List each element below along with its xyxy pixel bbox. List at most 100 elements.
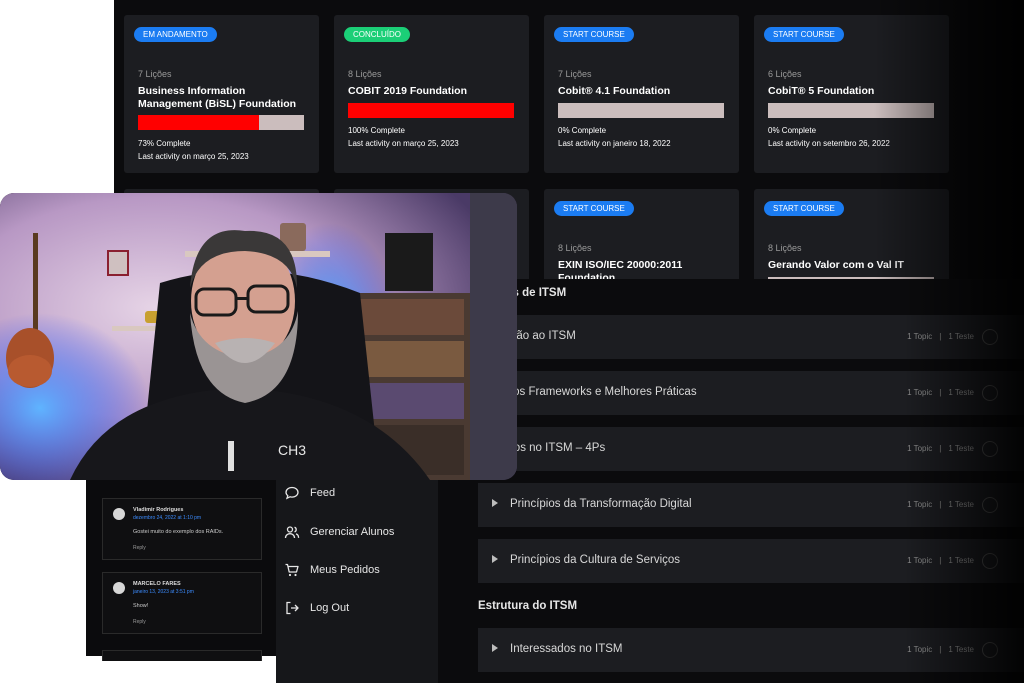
comment-author: Vladimir Rodrigues bbox=[133, 507, 184, 513]
progress-bar bbox=[768, 103, 934, 118]
lesson-meta: 1 Topic | 1 Teste bbox=[907, 332, 974, 341]
test-count: 1 Teste bbox=[948, 500, 974, 509]
lesson-count: 8 Lições bbox=[768, 243, 802, 253]
completion-circle-icon bbox=[982, 385, 998, 401]
course-title[interactable]: Gerando Valor com o Val IT bbox=[768, 259, 938, 272]
reply-link[interactable]: Reply bbox=[133, 545, 146, 551]
topic-count: 1 Topic bbox=[907, 556, 933, 565]
separator: | bbox=[939, 444, 942, 453]
expand-arrow-icon[interactable] bbox=[492, 555, 498, 563]
progress-status: 73% Complete bbox=[138, 139, 191, 148]
course-title[interactable]: Business Information Management (BiSL) F… bbox=[138, 85, 308, 111]
lesson-count: 7 Lições bbox=[138, 69, 172, 79]
course-outline: mentos de ITSM ntrodução ao ITSM 1 Topic… bbox=[438, 279, 1024, 683]
separator: | bbox=[939, 645, 942, 654]
side-menu: Feed Gerenciar Alunos Meus Pedidos Log O… bbox=[276, 478, 438, 683]
comment: Vladimir Rodrigues dezembro 24, 2022 at … bbox=[102, 498, 262, 560]
webcam-video: CH3 bbox=[0, 193, 517, 480]
last-activity: Last activity on março 25, 2023 bbox=[138, 152, 249, 161]
separator: | bbox=[939, 556, 942, 565]
expand-arrow-icon[interactable] bbox=[492, 499, 498, 507]
start-course-badge[interactable]: START COURSE bbox=[764, 201, 844, 216]
separator: | bbox=[939, 500, 942, 509]
start-course-badge[interactable]: START COURSE bbox=[764, 27, 844, 42]
course-card[interactable]: START COURSE 8 Lições EXIN ISO/IEC 20000… bbox=[544, 189, 739, 285]
menu-item-feed[interactable]: Feed bbox=[284, 483, 335, 503]
comment-text: Show! bbox=[133, 603, 149, 609]
lesson-title[interactable]: Interessados no ITSM bbox=[510, 643, 623, 655]
topic-count: 1 Topic bbox=[907, 500, 933, 509]
progress-bar bbox=[348, 103, 514, 118]
lesson-title[interactable]: Princípios da Transformação Digital bbox=[510, 498, 692, 510]
topic-count: 1 Topic bbox=[907, 645, 933, 654]
lesson-row[interactable]: ntrodução ao ITSM 1 Topic | 1 Teste bbox=[478, 315, 1024, 359]
course-title[interactable]: CobiT® 5 Foundation bbox=[768, 85, 938, 98]
start-course-badge[interactable]: START COURSE bbox=[554, 201, 634, 216]
completion-circle-icon bbox=[982, 642, 998, 658]
lesson-row[interactable]: Interessados no ITSM 1 Topic | 1 Teste bbox=[478, 628, 1024, 672]
status-badge: EM ANDAMENTO bbox=[134, 27, 217, 42]
comment bbox=[102, 650, 262, 661]
course-title[interactable]: Cobit® 4.1 Foundation bbox=[558, 85, 728, 98]
menu-label: Feed bbox=[310, 487, 336, 499]
section-title: Estrutura do ITSM bbox=[478, 600, 578, 612]
shirt-print: CH3 bbox=[278, 442, 306, 458]
completion-circle-icon bbox=[982, 553, 998, 569]
progress-fill bbox=[138, 115, 260, 130]
separator: | bbox=[939, 388, 942, 397]
comment-author: MARCELO FARES bbox=[133, 581, 181, 587]
menu-item-my-orders[interactable]: Meus Pedidos bbox=[284, 560, 380, 580]
last-activity: Last activity on março 25, 2023 bbox=[348, 139, 459, 148]
lesson-meta: 1 Topic | 1 Teste bbox=[907, 556, 974, 565]
comment-date[interactable]: dezembro 24, 2022 at 1:10 pm bbox=[133, 515, 201, 521]
test-count: 1 Teste bbox=[948, 388, 974, 397]
separator: | bbox=[939, 332, 942, 341]
lesson-count: 6 Lições bbox=[768, 69, 802, 79]
progress-status: 0% Complete bbox=[768, 126, 817, 135]
progress-bar bbox=[558, 103, 724, 118]
completion-circle-icon bbox=[982, 441, 998, 457]
test-count: 1 Teste bbox=[948, 332, 974, 341]
last-activity: Last activity on janeiro 18, 2022 bbox=[558, 139, 671, 148]
test-count: 1 Teste bbox=[948, 556, 974, 565]
comments-panel: Vladimir Rodrigues dezembro 24, 2022 at … bbox=[86, 478, 276, 661]
course-card[interactable]: EM ANDAMENTO 7 Lições Business Informati… bbox=[124, 15, 319, 173]
test-count: 1 Teste bbox=[948, 645, 974, 654]
status-badge: CONCLUÍDO bbox=[344, 27, 411, 42]
course-card[interactable]: CONCLUÍDO 8 Lições COBIT 2019 Foundation… bbox=[334, 15, 529, 173]
course-card[interactable]: START COURSE 7 Lições Cobit® 4.1 Foundat… bbox=[544, 15, 739, 173]
chat-bubble-icon bbox=[285, 486, 299, 500]
start-course-badge[interactable]: START COURSE bbox=[554, 27, 634, 42]
lesson-row[interactable]: nvolvidos no ITSM – 4Ps 1 Topic | 1 Teste bbox=[478, 427, 1024, 471]
comment-date[interactable]: janeiro 13, 2023 at 3:51 pm bbox=[133, 589, 194, 595]
lesson-count: 8 Lições bbox=[558, 243, 592, 253]
completion-circle-icon bbox=[982, 497, 998, 513]
avatar bbox=[113, 508, 125, 520]
users-icon bbox=[284, 526, 300, 539]
expand-arrow-icon[interactable] bbox=[492, 644, 498, 652]
lesson-title[interactable]: Princípios da Cultura de Serviços bbox=[510, 554, 680, 566]
webcam-image: CH3 bbox=[0, 193, 517, 480]
lesson-meta: 1 Topic | 1 Teste bbox=[907, 444, 974, 453]
course-card[interactable]: START COURSE 8 Lições Gerando Valor com … bbox=[754, 189, 949, 285]
completion-circle-icon bbox=[982, 329, 998, 345]
comment-text: Gostei muito do exemplo dos RAIDs. bbox=[133, 529, 224, 535]
lesson-row[interactable]: Princípios da Transformação Digital 1 To… bbox=[478, 483, 1024, 527]
avatar bbox=[113, 582, 125, 594]
lesson-row[interactable]: eoria dos Frameworks e Melhores Práticas… bbox=[478, 371, 1024, 415]
lesson-row[interactable]: Princípios da Cultura de Serviços 1 Topi… bbox=[478, 539, 1024, 583]
logout-icon bbox=[286, 601, 299, 615]
comment: MARCELO FARES janeiro 13, 2023 at 3:51 p… bbox=[102, 572, 262, 634]
course-card[interactable]: START COURSE 6 Lições CobiT® 5 Foundatio… bbox=[754, 15, 949, 173]
lesson-count: 8 Lições bbox=[348, 69, 382, 79]
reply-link[interactable]: Reply bbox=[133, 619, 146, 625]
menu-label: Meus Pedidos bbox=[310, 564, 380, 576]
menu-label: Log Out bbox=[310, 602, 350, 614]
menu-item-manage-students[interactable]: Gerenciar Alunos bbox=[284, 522, 394, 542]
course-title[interactable]: COBIT 2019 Foundation bbox=[348, 85, 518, 98]
menu-item-logout[interactable]: Log Out bbox=[284, 598, 349, 618]
last-activity: Last activity on setembro 26, 2022 bbox=[768, 139, 890, 148]
topic-count: 1 Topic bbox=[907, 444, 933, 453]
lesson-meta: 1 Topic | 1 Teste bbox=[907, 645, 974, 654]
topic-count: 1 Topic bbox=[907, 388, 933, 397]
